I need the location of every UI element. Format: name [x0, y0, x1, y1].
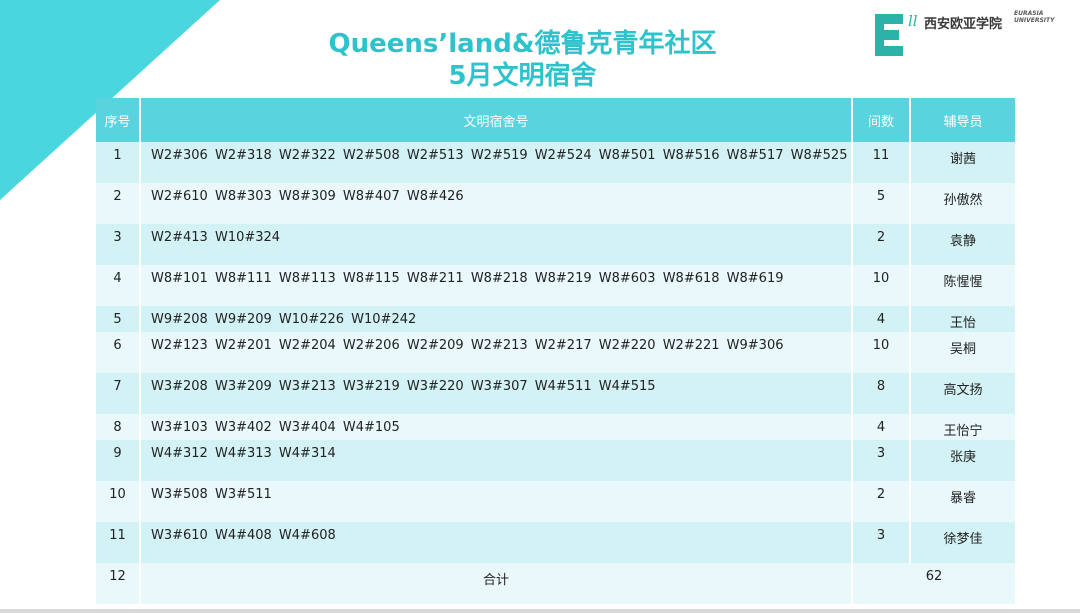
cell-rooms: W9#208 W9#209 W10#226 W10#242 — [140, 306, 853, 332]
cell-no: 4 — [96, 265, 141, 306]
dorm-table: 序号 文明宿舍号 间数 辅导员 1 W2#306 W2#318 W2#322 W2… — [96, 98, 1017, 604]
cell-tutor: 陈惺惺 — [910, 265, 1017, 306]
cell-no: 2 — [96, 183, 141, 224]
cell-no: 8 — [96, 414, 141, 440]
logo-english-name: EURASIA UNIVERSITY — [1014, 10, 1055, 24]
cell-no: 7 — [96, 373, 141, 414]
table-row: 8 W3#103 W3#402 W3#404 W4#105 4 王怡宁 — [96, 414, 1017, 440]
cell-rooms: W2#413 W10#324 — [140, 224, 853, 265]
cell-count: 3 — [852, 522, 911, 563]
cell-tutor: 谢茜 — [910, 142, 1017, 183]
cell-no: 9 — [96, 440, 141, 481]
cell-count: 10 — [852, 265, 911, 306]
title-line-2: 5月文明宿舍 — [448, 61, 597, 91]
cell-rooms: W3#103 W3#402 W3#404 W4#105 — [140, 414, 853, 440]
table-row: 9 W4#312 W4#313 W4#314 3 张庚 — [96, 440, 1017, 481]
table-row: 1 W2#306 W2#318 W2#322 W2#508 W2#513 W2#5… — [96, 142, 1017, 183]
cell-rooms: W3#208 W3#209 W3#213 W3#219 W3#220 W3#30… — [140, 373, 853, 414]
cell-count: 4 — [852, 414, 911, 440]
cell-tutor: 孙傲然 — [910, 183, 1017, 224]
cell-rooms: W3#508 W3#511 — [140, 481, 853, 522]
cell-no: 11 — [96, 522, 141, 563]
cell-count: 2 — [852, 481, 911, 522]
cell-no: 10 — [96, 481, 141, 522]
cell-no: 3 — [96, 224, 141, 265]
cell-count: 5 — [852, 183, 911, 224]
header-rooms: 文明宿舍号 — [140, 98, 853, 142]
logo-chinese-name: 西安欧亚学院 — [924, 17, 1003, 32]
table-total-row: 12 合计 62 — [96, 563, 1017, 604]
logo-u-mark: ll — [908, 12, 918, 30]
table-row: 5 W9#208 W9#209 W10#226 W10#242 4 王怡 — [96, 306, 1017, 332]
cell-no: 5 — [96, 306, 141, 332]
cell-tutor: 袁静 — [910, 224, 1017, 265]
cell-tutor: 王怡宁 — [910, 414, 1017, 440]
cell-rooms: W2#610 W8#303 W8#309 W8#407 W8#426 — [140, 183, 853, 224]
table-row: 7 W3#208 W3#209 W3#213 W3#219 W3#220 W3#3… — [96, 373, 1017, 414]
cell-no: 6 — [96, 332, 141, 373]
table-row: 11 W3#610 W4#408 W4#608 3 徐梦佳 — [96, 522, 1017, 563]
cell-no: 1 — [96, 142, 141, 183]
table-row: 6 W2#123 W2#201 W2#204 W2#206 W2#209 W2#2… — [96, 332, 1017, 373]
cell-count: 10 — [852, 332, 911, 373]
header-count: 间数 — [852, 98, 911, 142]
cell-count: 2 — [852, 224, 911, 265]
bottom-divider — [0, 609, 1080, 613]
cell-rooms: W3#610 W4#408 W4#608 — [140, 522, 853, 563]
cell-rooms: W8#101 W8#111 W8#113 W8#115 W8#211 W8#21… — [140, 265, 853, 306]
cell-rooms: W2#306 W2#318 W2#322 W2#508 W2#513 W2#51… — [140, 142, 853, 183]
logo-e-mark — [875, 14, 907, 56]
cell-rooms: W4#312 W4#313 W4#314 — [140, 440, 853, 481]
cell-count: 4 — [852, 306, 911, 332]
cell-tutor: 王怡 — [910, 306, 1017, 332]
cell-total-no: 12 — [96, 563, 141, 604]
header-no: 序号 — [96, 98, 141, 142]
table-row: 3 W2#413 W10#324 2 袁静 — [96, 224, 1017, 265]
table-row: 4 W8#101 W8#111 W8#113 W8#115 W8#211 W8#2… — [96, 265, 1017, 306]
cell-count: 3 — [852, 440, 911, 481]
cell-count: 11 — [852, 142, 911, 183]
cell-tutor: 吴桐 — [910, 332, 1017, 373]
cell-total-value: 62 — [852, 563, 1017, 604]
cell-tutor: 暴睿 — [910, 481, 1017, 522]
cell-tutor: 徐梦佳 — [910, 522, 1017, 563]
cell-total-label: 合计 — [140, 563, 853, 604]
cell-tutor: 高文扬 — [910, 373, 1017, 414]
cell-count: 8 — [852, 373, 911, 414]
table-header-row: 序号 文明宿舍号 间数 辅导员 — [96, 98, 1017, 142]
cell-rooms: W2#123 W2#201 W2#204 W2#206 W2#209 W2#21… — [140, 332, 853, 373]
table-row: 10 W3#508 W3#511 2 暴睿 — [96, 481, 1017, 522]
cell-tutor: 张庚 — [910, 440, 1017, 481]
table-row: 2 W2#610 W8#303 W8#309 W8#407 W8#426 5 孙傲然 — [96, 183, 1017, 224]
header-tutor: 辅导员 — [910, 98, 1017, 142]
university-logo: ll 西安欧亚学院 EURASIA UNIVERSITY — [875, 8, 1075, 60]
